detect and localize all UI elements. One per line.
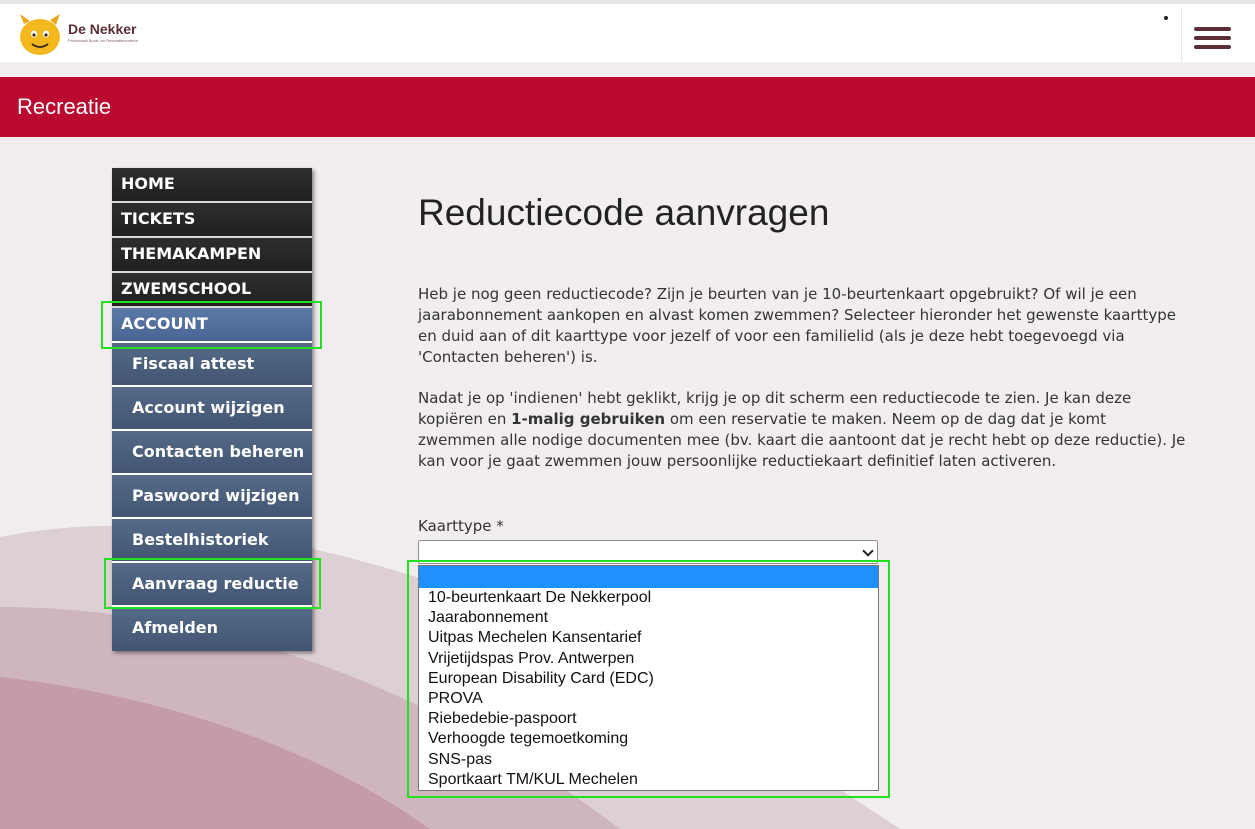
kaarttype-label: Kaarttype * bbox=[418, 517, 504, 535]
mascot-logo-icon bbox=[20, 14, 60, 55]
chevron-down-icon bbox=[862, 545, 874, 557]
nav-sub-afmelden[interactable]: Afmelden bbox=[112, 607, 312, 651]
nav-item-account[interactable]: ACCOUNT bbox=[112, 308, 312, 343]
intro-paragraph: Heb je nog geen reductiecode? Zijn je be… bbox=[418, 285, 1176, 366]
dropdown-option[interactable]: Jaarabonnement bbox=[419, 608, 878, 628]
banner-title: Recreatie bbox=[17, 94, 112, 119]
nav-item-zwemschool[interactable]: ZWEMSCHOOL bbox=[112, 273, 312, 308]
info-paragraph: Nadat je op 'indienen' hebt geklikt, kri… bbox=[418, 388, 1188, 472]
nav-item-tickets[interactable]: TICKETS bbox=[112, 203, 312, 238]
nav-item-themakampen[interactable]: THEMAKAMPEN bbox=[112, 238, 312, 273]
dot-indicator bbox=[1164, 16, 1168, 20]
info-text-bold: 1-malig gebruiken bbox=[511, 410, 666, 428]
nav-sub-bestelhistoriek[interactable]: Bestelhistoriek bbox=[112, 519, 312, 563]
dropdown-option[interactable]: Vrijetijdspas Prov. Antwerpen bbox=[419, 649, 878, 669]
dropdown-option[interactable]: Riebedebie-paspoort bbox=[419, 709, 878, 729]
kaarttype-dropdown: 10-beurtenkaart De Nekkerpool Jaarabonne… bbox=[418, 565, 879, 791]
dropdown-option[interactable]: Sportkaart TM/KUL Mechelen bbox=[419, 770, 878, 790]
logo-name: De Nekker bbox=[68, 21, 137, 37]
nav-sub-paswoord-wijzigen[interactable]: Paswoord wijzigen bbox=[112, 475, 312, 519]
nav-sub-fiscaal-attest[interactable]: Fiscaal attest bbox=[112, 343, 312, 387]
nav-item-home[interactable]: HOME bbox=[112, 168, 312, 203]
kaarttype-select[interactable] bbox=[418, 540, 878, 564]
sidebar-nav: HOME TICKETS THEMAKAMPEN ZWEMSCHOOL ACCO… bbox=[112, 168, 312, 651]
section-banner: Recreatie bbox=[0, 77, 1255, 137]
nav-sub-aanvraag-reductie[interactable]: Aanvraag reductie bbox=[112, 563, 312, 607]
dropdown-option[interactable]: Verhoogde tegemoetkoming bbox=[419, 729, 878, 749]
dropdown-option[interactable]: European Disability Card (EDC) bbox=[419, 669, 878, 689]
logo-tagline: Provinciaal Sport- en Recreatiecentrum bbox=[68, 38, 138, 43]
site-header: De Nekker Provinciaal Sport- en Recreati… bbox=[0, 4, 1255, 66]
nav-sub-contacten-beheren[interactable]: Contacten beheren bbox=[112, 431, 312, 475]
header-gap bbox=[0, 62, 1255, 77]
dropdown-option-empty[interactable] bbox=[419, 566, 878, 588]
page-title: Reductiecode aanvragen bbox=[418, 192, 830, 233]
logo[interactable]: De Nekker Provinciaal Sport- en Recreati… bbox=[16, 10, 156, 60]
dropdown-option[interactable]: Uitpas Mechelen Kansentarief bbox=[419, 628, 878, 648]
hamburger-menu-icon[interactable] bbox=[1181, 8, 1255, 66]
nav-sub-account-wijzigen[interactable]: Account wijzigen bbox=[112, 387, 312, 431]
dropdown-option[interactable]: PROVA bbox=[419, 689, 878, 709]
dropdown-option[interactable]: 10-beurtenkaart De Nekkerpool bbox=[419, 588, 878, 608]
dropdown-option[interactable]: SNS-pas bbox=[419, 750, 878, 770]
